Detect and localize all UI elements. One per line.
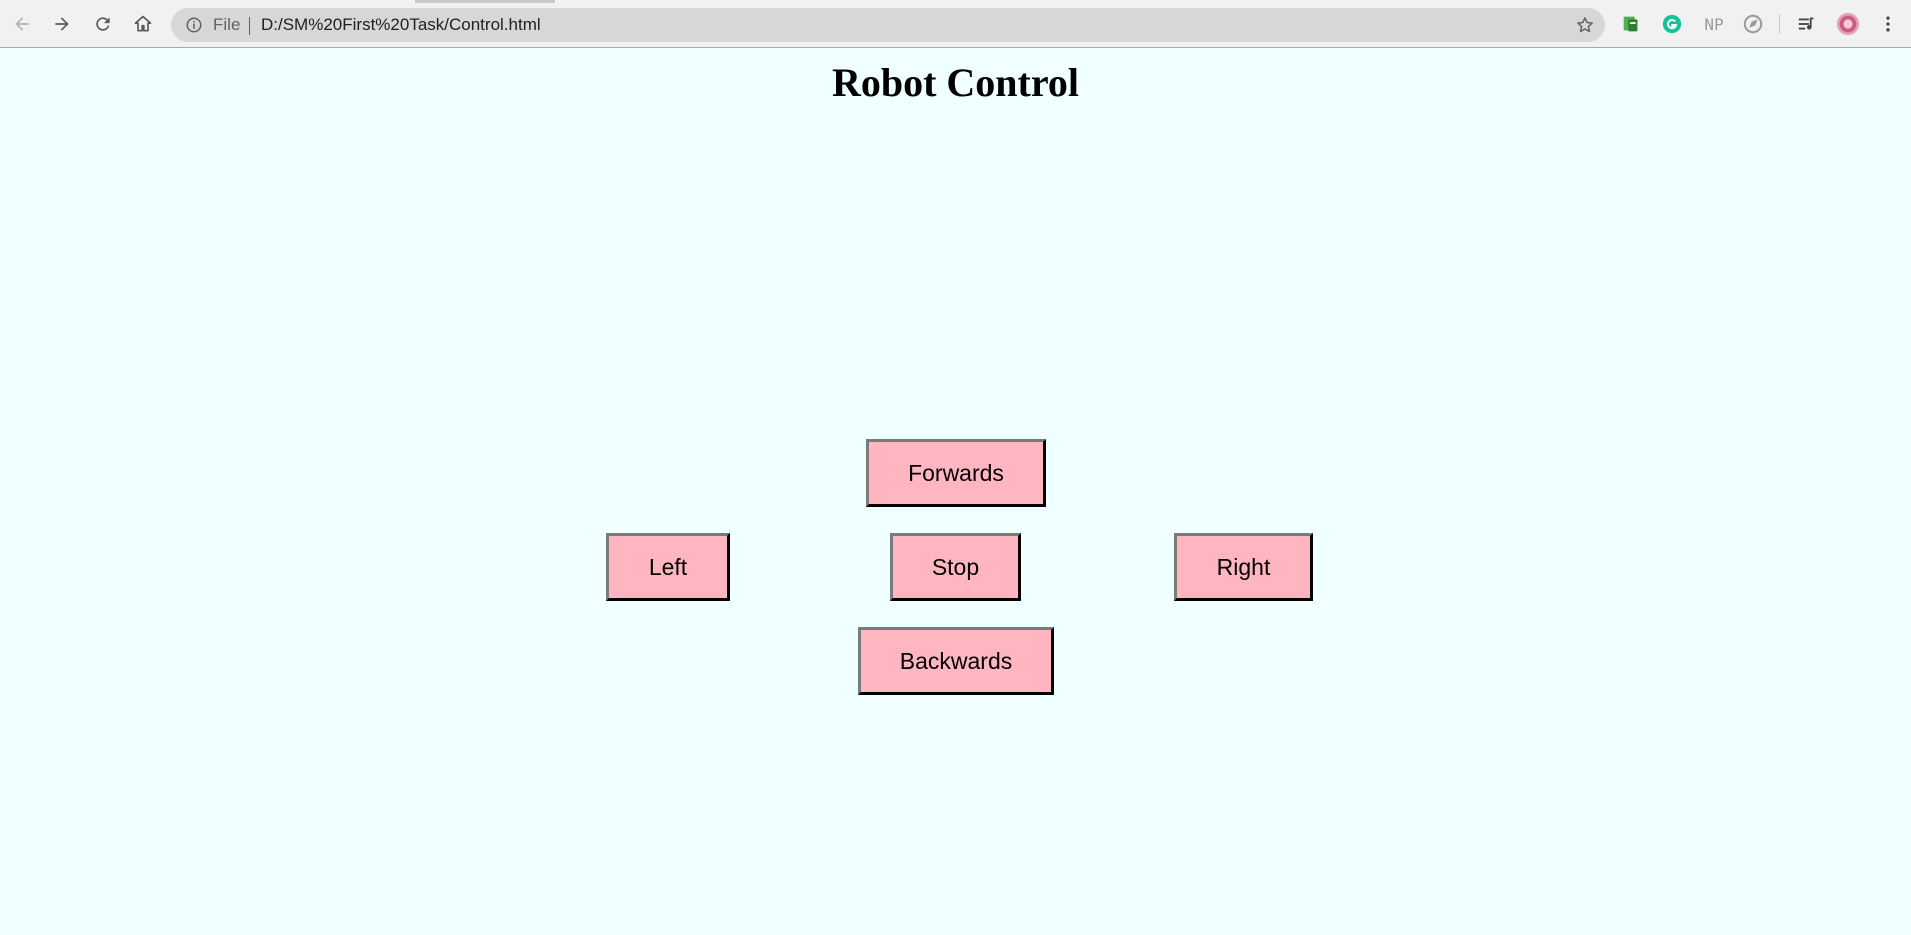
media-controls-button[interactable] — [1795, 12, 1819, 36]
extension-icon — [1623, 16, 1638, 32]
forward-button[interactable] — [46, 8, 78, 40]
home-button[interactable] — [127, 8, 159, 40]
grammarly-icon — [1662, 14, 1682, 34]
extension-button[interactable] — [1619, 12, 1643, 36]
browser-menu-button[interactable] — [1876, 12, 1900, 36]
profile-button[interactable] — [1836, 12, 1860, 36]
home-icon — [134, 15, 152, 32]
np-extension-icon: NP — [1704, 14, 1724, 34]
backwards-button[interactable]: Backwards — [858, 627, 1054, 695]
info-icon[interactable] — [185, 16, 203, 34]
url-text[interactable]: D:/SM%20First%20Task/Control.html — [261, 8, 541, 42]
browser-toolbar: File D:/SM%20First%20Task/Control.html N… — [0, 0, 1911, 48]
stop-button[interactable]: Stop — [890, 533, 1021, 601]
grammarly-button[interactable] — [1660, 12, 1684, 36]
address-separator — [249, 17, 250, 35]
forwards-button[interactable]: Forwards — [866, 439, 1046, 507]
scheme-label: File — [213, 15, 241, 34]
page-viewport: Robot Control Forwards Left Stop Right B… — [0, 49, 1911, 935]
toolbar-divider — [1779, 14, 1780, 34]
compass-extension-icon — [1743, 14, 1763, 34]
left-button[interactable]: Left — [606, 533, 730, 601]
bookmark-star-icon[interactable] — [1575, 15, 1595, 35]
address-bar[interactable]: File D:/SM%20First%20Task/Control.html — [171, 8, 1605, 42]
forward-arrow-icon — [55, 17, 69, 31]
reload-button[interactable] — [87, 8, 119, 40]
menu-icon — [1886, 16, 1890, 32]
compass-extension-button[interactable] — [1741, 12, 1765, 36]
reload-icon — [96, 17, 110, 31]
np-extension-button[interactable]: NP — [1700, 12, 1728, 36]
profile-avatar-icon — [1836, 12, 1860, 36]
right-button[interactable]: Right — [1174, 533, 1313, 601]
media-controls-icon — [1798, 17, 1814, 30]
back-arrow-icon — [15, 17, 29, 31]
page-title: Robot Control — [831, 60, 1080, 105]
tab-strip — [415, 0, 555, 3]
back-button[interactable] — [6, 8, 38, 40]
